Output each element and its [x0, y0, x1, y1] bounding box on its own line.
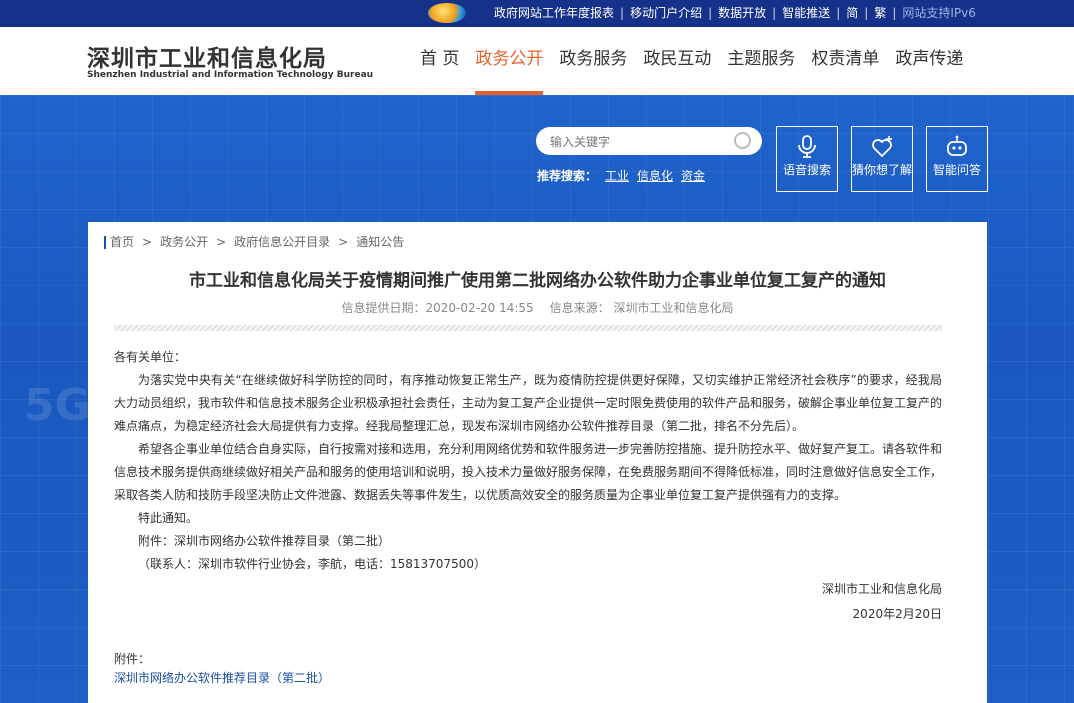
breadcrumb: 首页 > 政务公开 > 政府信息公开目录 > 通知公告 — [104, 236, 404, 249]
search-icon[interactable] — [734, 132, 751, 149]
top-link-open-data[interactable]: 数据开放 — [718, 6, 766, 20]
smart-qa-label: 智能问答 — [932, 163, 981, 177]
breadcrumb-disclosure[interactable]: 政务公开 — [160, 235, 208, 249]
top-link-annual-report[interactable]: 政府网站工作年度报表 — [494, 6, 614, 20]
breadcrumb-notices[interactable]: 通知公告 — [356, 235, 404, 249]
article-meta: 信息提供日期：2020-02-20 14:55 信息来源： 深圳市工业和信息化局 — [88, 299, 987, 316]
smart-qa-button[interactable]: 智能问答 — [926, 126, 988, 192]
breadcrumb-info-catalog[interactable]: 政府信息公开目录 — [234, 235, 330, 249]
breadcrumb-home[interactable]: 首页 — [110, 235, 134, 249]
article-title: 市工业和信息化局关于疫情期间推广使用第二批网络办公软件助力企事业单位复工复产的通… — [189, 271, 886, 291]
site-emblem-icon — [428, 3, 466, 23]
article-source: 信息来源： 深圳市工业和信息化局 — [549, 301, 734, 315]
article-date: 信息提供日期：2020-02-20 14:55 — [341, 301, 534, 315]
nav-power-list[interactable]: 权责清单 — [803, 27, 887, 95]
article-attachment-note: 附件：深圳市网络办公软件推荐目录（第二批） — [138, 534, 391, 548]
nav-public-interaction[interactable]: 政民互动 — [635, 27, 719, 95]
site-subtitle-en: Shenzhen Industrial and Information Tech… — [87, 70, 374, 80]
nav-policy-voice[interactable]: 政声传递 — [887, 27, 971, 95]
top-link-traditional[interactable]: 繁 — [874, 6, 886, 20]
article-salutation: 各有关单位： — [114, 350, 187, 364]
search-input[interactable] — [548, 132, 732, 152]
site-header: 深圳市工业和信息化局 Shenzhen Industrial and Infor… — [0, 27, 1074, 95]
article-closing: 特此通知。 — [138, 511, 199, 525]
top-bar: 政府网站工作年度报表 | 移动门户介绍 | 数据开放 | 智能推送 | 简 | 繁 | 网站支持IPv6 — [0, 0, 1074, 27]
microphone-icon — [795, 135, 819, 159]
ipv6-label: 网站支持IPv6 — [902, 6, 976, 20]
recommended-search-label: 推荐搜索： — [537, 169, 598, 183]
article-body: 各有关单位： 为落实党中央有关“在继续做好科学防控的同时，有序推动恢复正常生产，… — [114, 346, 942, 626]
article-signature: 深圳市工业和信息化局 — [821, 582, 942, 596]
decorative-5g-mark: 5G — [24, 380, 91, 431]
attachment-link[interactable]: 深圳市网络办公软件推荐目录（第二批） — [114, 671, 330, 685]
search-box — [536, 127, 762, 155]
nav-theme-services[interactable]: 主题服务 — [719, 27, 803, 95]
article-paragraph-1: 为落实党中央有关“在继续做好科学防控的同时，有序推动恢复正常生产，既为疫情防控提… — [114, 373, 943, 433]
voice-search-button[interactable]: 语音搜索 — [776, 126, 838, 192]
hot-word-informatization[interactable]: 信息化 — [637, 169, 673, 183]
hot-word-industry[interactable]: 工业 — [605, 169, 629, 183]
recommended-search: 推荐搜索： 工业 信息化 资金 — [537, 167, 705, 184]
article-panel: 首页 > 政务公开 > 政府信息公开目录 > 通知公告 市工业和信息化局关于疫情期间推广使用… — [88, 222, 987, 703]
heart-plus-icon — [870, 135, 894, 159]
guess-interest-button[interactable]: 猜你想了解 — [851, 126, 913, 192]
site-title[interactable]: 深圳市工业和信息化局 — [87, 39, 327, 73]
nav-government-affairs-disclosure[interactable]: 政务公开 — [467, 27, 551, 95]
top-link-simplified[interactable]: 简 — [846, 6, 858, 20]
top-link-mobile-portal[interactable]: 移动门户介绍 — [630, 6, 702, 20]
voice-search-label: 语音搜索 — [782, 163, 831, 177]
article-contact: （联系人：深圳市软件行业协会，李航，电话：15813707500） — [138, 557, 486, 571]
nav-government-services[interactable]: 政务服务 — [551, 27, 635, 95]
top-links: 政府网站工作年度报表 | 移动门户介绍 | 数据开放 | 智能推送 | 简 | 繁 | 网站支持IPv6 — [494, 6, 976, 20]
attachments-label: 附件： — [114, 652, 151, 666]
hot-word-funds[interactable]: 资金 — [681, 169, 705, 183]
robot-icon — [945, 135, 969, 159]
title-divider — [114, 325, 942, 331]
attachments: 附件： 深圳市网络办公软件推荐目录（第二批） — [114, 650, 330, 688]
main-nav: 首 页 政务公开 政务服务 政民互动 主题服务 权责清单 政声传递 — [412, 27, 971, 95]
nav-home[interactable]: 首 页 — [412, 27, 467, 95]
article-sign-date: 2020年2月20日 — [852, 607, 942, 621]
top-link-smart-push[interactable]: 智能推送 — [782, 6, 830, 20]
article-paragraph-2: 希望各企事业单位结合自身实际，自行按需对接和选用，充分利用网络优势和软件服务进一… — [114, 442, 943, 502]
guess-interest-label: 猜你想了解 — [852, 163, 913, 177]
